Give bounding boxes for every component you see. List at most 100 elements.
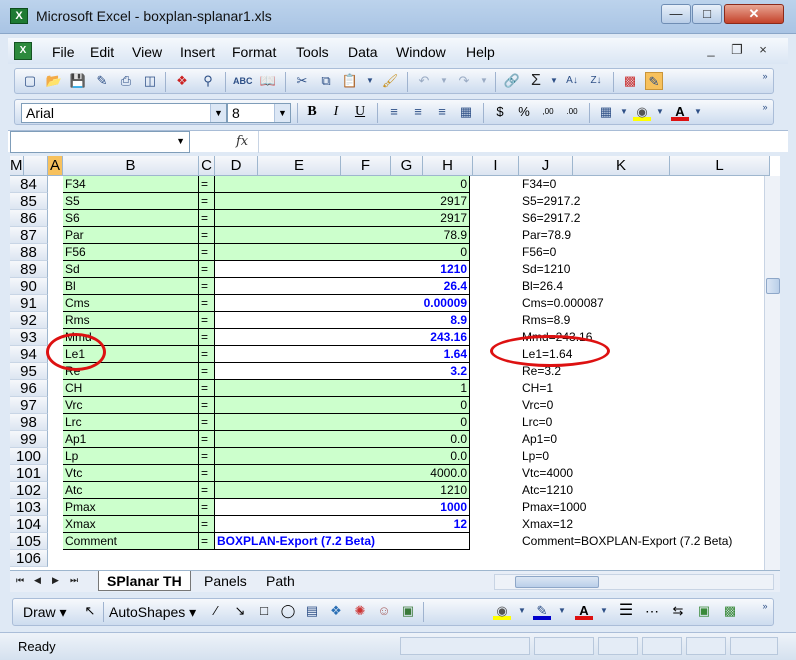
column-header-c[interactable]: C xyxy=(199,156,215,176)
draw-font-color-icon[interactable]: A xyxy=(575,602,593,620)
row-header[interactable]: 100 xyxy=(10,448,48,465)
row-header[interactable]: 103 xyxy=(10,499,48,516)
draw-fill-dropdown-icon[interactable]: ▼ xyxy=(513,602,531,620)
export-string-cell[interactable]: Par=78.9 xyxy=(522,227,571,244)
row-header[interactable]: 96 xyxy=(10,380,48,397)
line-icon[interactable]: ∕ xyxy=(207,602,225,620)
dash-style-icon[interactable]: ⋯ xyxy=(643,602,661,620)
parameter-value-cell[interactable]: 26.4 xyxy=(215,278,470,295)
formula-input[interactable] xyxy=(258,131,788,153)
column-header-m[interactable]: M xyxy=(10,156,24,176)
merge-center-icon[interactable]: ▦ xyxy=(457,103,475,121)
row-header[interactable]: 101 xyxy=(10,465,48,482)
parameter-value-cell[interactable]: 243.16 xyxy=(215,329,470,346)
parameter-name-cell[interactable]: Pmax xyxy=(63,499,199,516)
name-box-dropdown-icon[interactable]: ▼ xyxy=(176,136,185,146)
equals-cell[interactable]: = xyxy=(199,312,215,329)
increase-decimal-icon[interactable]: .00 xyxy=(563,103,581,121)
menu-insert[interactable]: Insert xyxy=(180,44,215,60)
parameter-value-cell[interactable]: 1 xyxy=(215,380,470,397)
sort-descending-icon[interactable]: Z↓ xyxy=(587,72,605,90)
parameter-name-cell[interactable]: CH xyxy=(63,380,199,397)
vertical-scrollbar[interactable] xyxy=(764,176,780,570)
open-icon[interactable]: 📂 xyxy=(45,72,63,90)
insert-function-icon[interactable]: fx xyxy=(236,134,248,149)
menu-help[interactable]: Help xyxy=(466,44,495,60)
tab-splanar-th[interactable]: SPlanar TH xyxy=(98,571,191,591)
underline-button[interactable]: U xyxy=(351,103,369,121)
equals-cell[interactable]: = xyxy=(199,193,215,210)
export-string-cell[interactable]: Comment=BOXPLAN-Export (7.2 Beta) xyxy=(522,533,732,550)
equals-cell[interactable]: = xyxy=(199,414,215,431)
zoom-preview-icon[interactable]: ⚲ xyxy=(199,72,217,90)
parameter-value-cell[interactable]: 1210 xyxy=(215,261,470,278)
textbox-icon[interactable]: ▤ xyxy=(303,602,321,620)
row-header[interactable]: 93 xyxy=(10,329,48,346)
export-string-cell[interactable]: Cms=0.000087 xyxy=(522,295,604,312)
bold-button[interactable]: B xyxy=(303,103,321,121)
parameter-name-cell[interactable]: Lrc xyxy=(63,414,199,431)
menu-file[interactable]: File xyxy=(52,44,75,60)
hyperlink-icon[interactable]: 🔗 xyxy=(503,72,521,90)
row-header[interactable]: 91 xyxy=(10,295,48,312)
parameter-name-cell[interactable]: Xmax xyxy=(63,516,199,533)
next-sheet-icon[interactable]: ▶ xyxy=(52,575,59,586)
parameter-name-cell[interactable]: Par xyxy=(63,227,199,244)
row-header[interactable]: 90 xyxy=(10,278,48,295)
column-header-b[interactable]: B xyxy=(63,156,199,176)
equals-cell[interactable]: = xyxy=(199,380,215,397)
draw-font-color-dropdown-icon[interactable]: ▼ xyxy=(595,602,613,620)
research-icon[interactable]: ❖ xyxy=(173,72,191,90)
line-style-icon[interactable]: ☰ xyxy=(617,602,635,620)
row-header[interactable]: 92 xyxy=(10,312,48,329)
last-sheet-icon[interactable]: ⏭ xyxy=(70,575,78,586)
doc-restore-button[interactable]: ❐ xyxy=(724,42,750,58)
export-string-cell[interactable]: CH=1 xyxy=(522,380,553,397)
export-string-cell[interactable]: Lp=0 xyxy=(522,448,549,465)
parameter-value-cell[interactable]: 0 xyxy=(215,397,470,414)
parameter-value-cell[interactable]: 1210 xyxy=(215,482,470,499)
menu-format[interactable]: Format xyxy=(232,44,276,60)
draw-toolbar-options-icon[interactable]: » xyxy=(759,601,771,611)
parameter-value-cell[interactable]: 2917 xyxy=(215,193,470,210)
copy-icon[interactable]: ⧉ xyxy=(317,72,335,90)
column-header-j[interactable]: J xyxy=(519,156,573,176)
chart-wizard-icon[interactable]: ▩ xyxy=(621,72,639,90)
row-header[interactable]: 88 xyxy=(10,244,48,261)
row-header[interactable]: 105 xyxy=(10,533,48,550)
equals-cell[interactable]: = xyxy=(199,244,215,261)
permission-icon[interactable]: ✎ xyxy=(93,72,111,90)
export-string-cell[interactable]: F56=0 xyxy=(522,244,556,261)
prev-sheet-icon[interactable]: ◀ xyxy=(34,575,41,586)
diagram-icon[interactable]: ✺ xyxy=(351,602,369,620)
font-name-combo[interactable]: Arial ▼ xyxy=(21,103,227,123)
row-header[interactable]: 102 xyxy=(10,482,48,499)
menu-view[interactable]: View xyxy=(132,44,162,60)
equals-cell[interactable]: = xyxy=(199,465,215,482)
export-string-cell[interactable]: Vtc=4000 xyxy=(522,465,573,482)
toolbar-options-icon[interactable]: » xyxy=(759,71,771,81)
shadow-style-icon[interactable]: ▣ xyxy=(695,602,713,620)
column-header-l[interactable]: L xyxy=(670,156,770,176)
equals-cell[interactable]: = xyxy=(199,397,215,414)
line-color-dropdown-icon[interactable]: ▼ xyxy=(553,602,571,620)
menu-tools[interactable]: Tools xyxy=(296,44,329,60)
parameter-value-cell[interactable]: 0.0 xyxy=(215,448,470,465)
export-string-cell[interactable]: F34=0 xyxy=(522,176,556,193)
export-string-cell[interactable]: Ap1=0 xyxy=(522,431,557,448)
parameter-name-cell[interactable]: S5 xyxy=(63,193,199,210)
row-header[interactable]: 97 xyxy=(10,397,48,414)
new-icon[interactable]: ▢ xyxy=(21,72,39,90)
equals-cell[interactable]: = xyxy=(199,176,215,193)
parameter-name-cell[interactable]: Bl xyxy=(63,278,199,295)
sort-ascending-icon[interactable]: A↓ xyxy=(563,72,581,90)
parameter-name-cell[interactable]: Cms xyxy=(63,295,199,312)
row-header[interactable]: 89 xyxy=(10,261,48,278)
maximize-button[interactable]: □ xyxy=(692,4,722,24)
parameter-name-cell[interactable]: Lp xyxy=(63,448,199,465)
select-objects-icon[interactable]: ↖ xyxy=(81,602,99,620)
export-string-cell[interactable]: Atc=1210 xyxy=(522,482,573,499)
export-string-cell[interactable]: S6=2917.2 xyxy=(522,210,580,227)
row-header[interactable]: 85 xyxy=(10,193,48,210)
row-header[interactable]: 86 xyxy=(10,210,48,227)
